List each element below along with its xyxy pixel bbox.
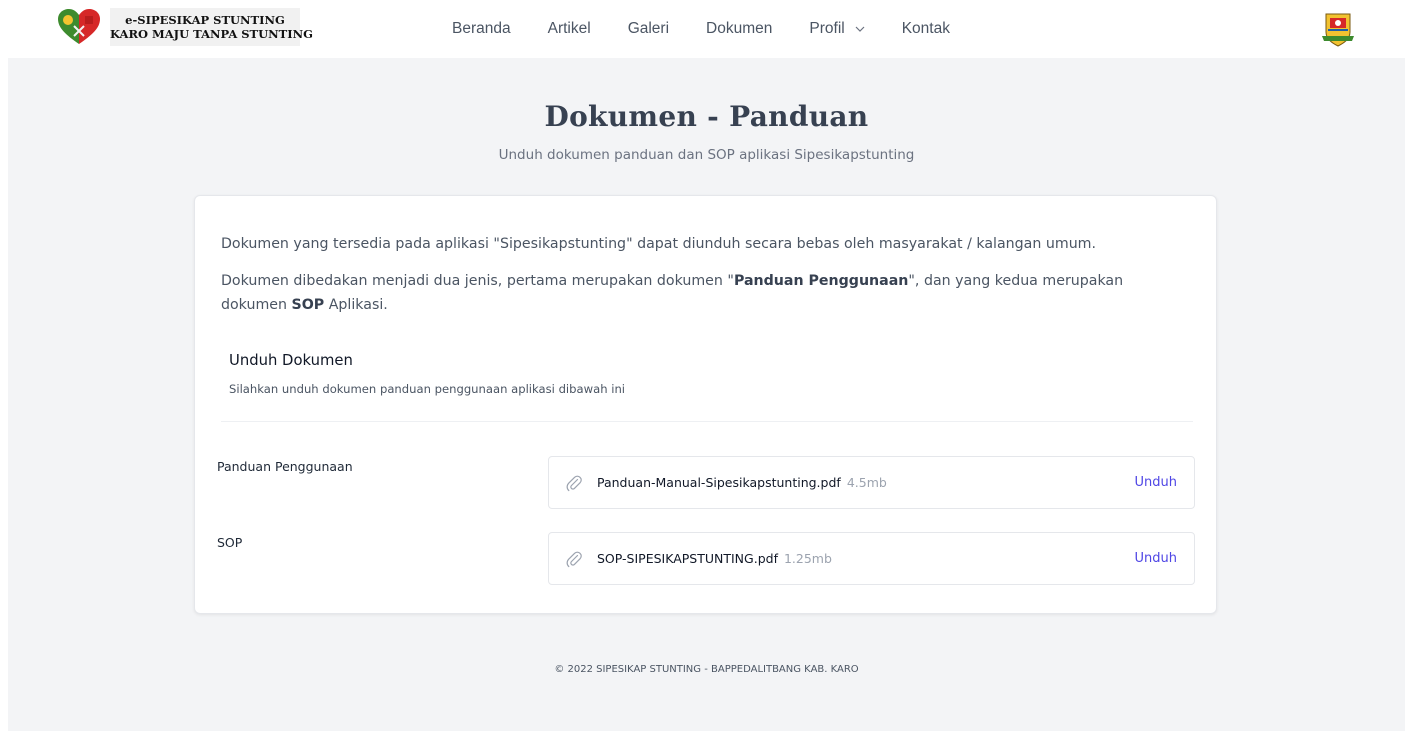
intro-paragraph-1: Dokumen yang tersedia pada aplikasi "Sip… (221, 236, 1097, 252)
file-name-panduan: Panduan-Manual-Sipesikapstunting.pdf 4.5m… (597, 475, 887, 490)
nav-dokumen[interactable]: Dokumen (706, 20, 772, 38)
file-name-text: Panduan-Manual-Sipesikapstunting.pdf (597, 475, 841, 490)
intro2-bold-sop: SOP (291, 297, 325, 313)
nav-beranda[interactable]: Beranda (452, 20, 511, 38)
heart-logo-icon[interactable] (56, 8, 102, 46)
page-subtitle: Unduh dokumen panduan dan SOP aplikasi S… (498, 147, 915, 163)
nav-profil[interactable]: Profil (809, 20, 865, 38)
intro-paragraph-2: Dokumen dibedakan menjadi dua jenis, per… (221, 269, 1191, 317)
brand-line-1: e-SIPESIKAP STUNTING (125, 13, 285, 27)
regency-emblem-icon (1322, 13, 1354, 47)
page-title: Dokumen - Panduan (544, 100, 869, 133)
intro2-bold-panduan: Panduan Penggunaan (733, 273, 909, 289)
chevron-down-icon (855, 26, 865, 32)
nav-kontak[interactable]: Kontak (902, 20, 950, 38)
intro2-text-pre: Dokumen dibedakan menjadi dua jenis, per… (221, 273, 734, 289)
section-title: Unduh Dokumen (229, 352, 353, 369)
section-description: Silahkan unduh dokumen panduan penggunaa… (229, 382, 626, 396)
file-size-sop: 1.25mb (783, 551, 832, 566)
file-name-sop: SOP-SIPESIKAPSTUNTING.pdf 1.25mb (597, 551, 832, 566)
row-label-sop: SOP (217, 535, 243, 550)
brand-line-2: KARO MAJU TANPA STUNTING (110, 27, 313, 41)
section-divider (221, 421, 1193, 422)
site-footer: © 2022 SIPESIKAP STUNTING - BAPPEDALITBA… (554, 664, 859, 675)
site-header: e-SIPESIKAP STUNTING KARO MAJU TANPA STU… (0, 0, 1407, 58)
download-link-panduan[interactable]: Unduh (1135, 475, 1178, 490)
file-size-panduan: 4.5mb (846, 475, 887, 490)
nav-profil-label: Profil (809, 20, 845, 37)
intro2-text-post: Aplikasi. (324, 297, 388, 313)
nav-galeri[interactable]: Galeri (628, 20, 669, 38)
paperclip-icon (566, 551, 582, 568)
row-label-panduan: Panduan Penggunaan (217, 459, 353, 474)
documents-card: Dokumen yang tersedia pada aplikasi "Sip… (194, 195, 1217, 614)
paperclip-icon (566, 475, 582, 492)
file-item-sop: SOP-SIPESIKAPSTUNTING.pdf 1.25mb Unduh (548, 532, 1195, 585)
download-link-sop[interactable]: Unduh (1135, 551, 1178, 566)
brand-logo-text[interactable]: e-SIPESIKAP STUNTING KARO MAJU TANPA STU… (110, 8, 313, 46)
file-item-panduan: Panduan-Manual-Sipesikapstunting.pdf 4.5m… (548, 456, 1195, 509)
main-nav: Beranda Artikel Galeri Dokumen Profil Ko… (452, 0, 987, 58)
nav-artikel[interactable]: Artikel (548, 20, 591, 38)
file-name-text: SOP-SIPESIKAPSTUNTING.pdf (597, 551, 778, 566)
main-content: Dokumen - Panduan Unduh dokumen panduan … (8, 58, 1405, 731)
